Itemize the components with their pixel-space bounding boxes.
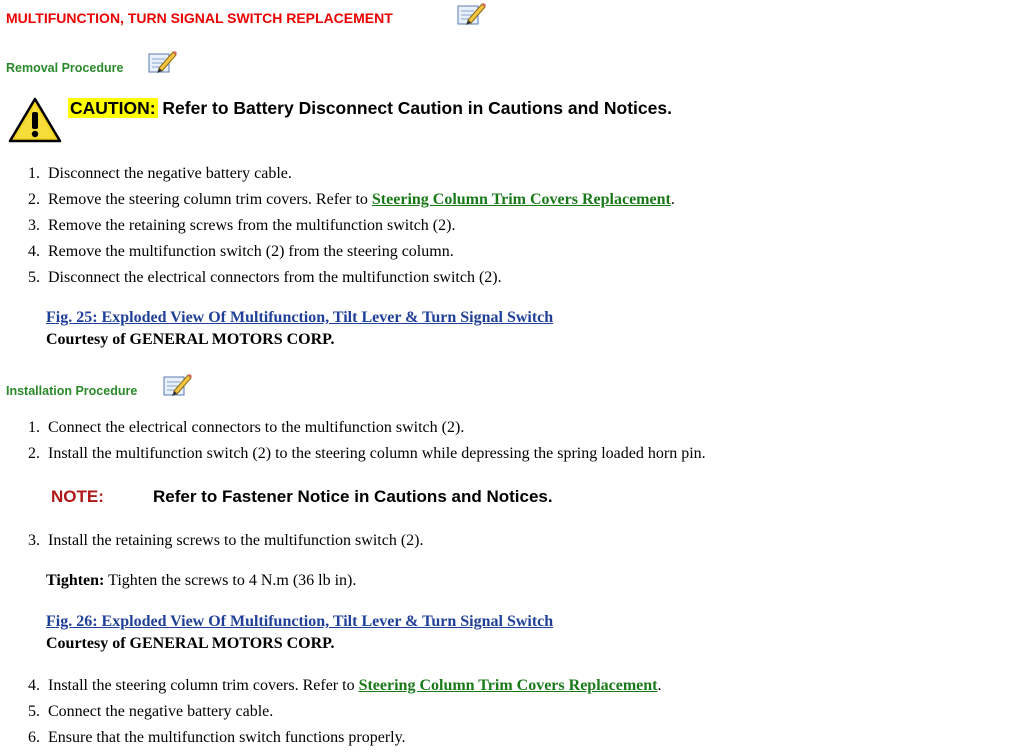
step-text-tail: . [657,677,662,694]
step-number: 4. [28,677,40,694]
trim-covers-link[interactable]: Steering Column Trim Covers Replacement [359,677,658,694]
step-number: 2. [28,191,40,208]
note-box: NOTE: [51,487,104,507]
document-title: MULTIFUNCTION, TURN SIGNAL SWITCH REPLAC… [6,10,393,26]
step-number: 3. [28,532,40,549]
step-text: Connect the electrical connectors to the… [48,419,465,436]
figure-26-link[interactable]: Fig. 26: Exploded View Of Multifunction,… [46,613,553,631]
title-text: MULTIFUNCTION, TURN SIGNAL SWITCH REPLAC… [6,10,393,26]
caution-message: CAUTION: Refer to Battery Disconnect Cau… [68,98,672,119]
installation-heading: Installation Procedure [6,384,138,398]
warning-triangle-icon [8,97,62,143]
step-text: Ensure that the multifunction switch fun… [48,729,406,746]
edit-pencil-icon[interactable] [162,371,192,399]
note-label: NOTE: [51,487,104,506]
step-text: Install the multifunction switch (2) to … [48,445,706,462]
step-text: Connect the negative battery cable. [48,703,274,720]
step-number: 5. [28,269,40,286]
figure-courtesy: Courtesy of GENERAL MOTORS CORP. [46,331,335,348]
caution-text: Refer to Battery Disconnect Caution in C… [162,98,672,118]
edit-pencil-icon[interactable] [147,48,177,76]
step-text: Disconnect the negative battery cable. [48,165,292,182]
step-number: 1. [28,419,40,436]
step-text: Remove the multifunction switch (2) from… [48,243,454,260]
step-text-lead: Remove the steering column trim covers. … [48,191,372,208]
removal-heading: Removal Procedure [6,61,124,75]
step-text: Remove the retaining screws from the mul… [48,217,456,234]
figure-courtesy: Courtesy of GENERAL MOTORS CORP. [46,635,335,652]
step-text: Install the steering column trim covers.… [48,676,662,696]
step-text-lead: Install the steering column trim covers.… [48,677,359,694]
step-text: Disconnect the electrical connectors fro… [48,269,502,286]
step-number: 6. [28,729,40,746]
figure-25-link[interactable]: Fig. 25: Exploded View Of Multifunction,… [46,309,553,327]
step-number: 4. [28,243,40,260]
caution-label: CAUTION: [68,98,158,118]
step-number: 5. [28,703,40,720]
note-text: Refer to Fastener Notice in Cautions and… [153,487,553,506]
step-text: Remove the steering column trim covers. … [48,190,675,210]
step-number: 1. [28,165,40,182]
step-number: 2. [28,445,40,462]
step-text: Install the retaining screws to the mult… [48,532,424,549]
edit-pencil-icon[interactable] [456,0,486,28]
tighten-label: Tighten: [46,572,105,589]
step-number: 3. [28,217,40,234]
step-text-tail: . [670,191,675,208]
tighten-spec: Tighten: Tighten the screws to 4 N.m (36… [46,572,356,590]
tighten-text: Tighten the screws to 4 N.m (36 lb in). [104,572,357,589]
trim-covers-link[interactable]: Steering Column Trim Covers Replacement [372,191,671,208]
